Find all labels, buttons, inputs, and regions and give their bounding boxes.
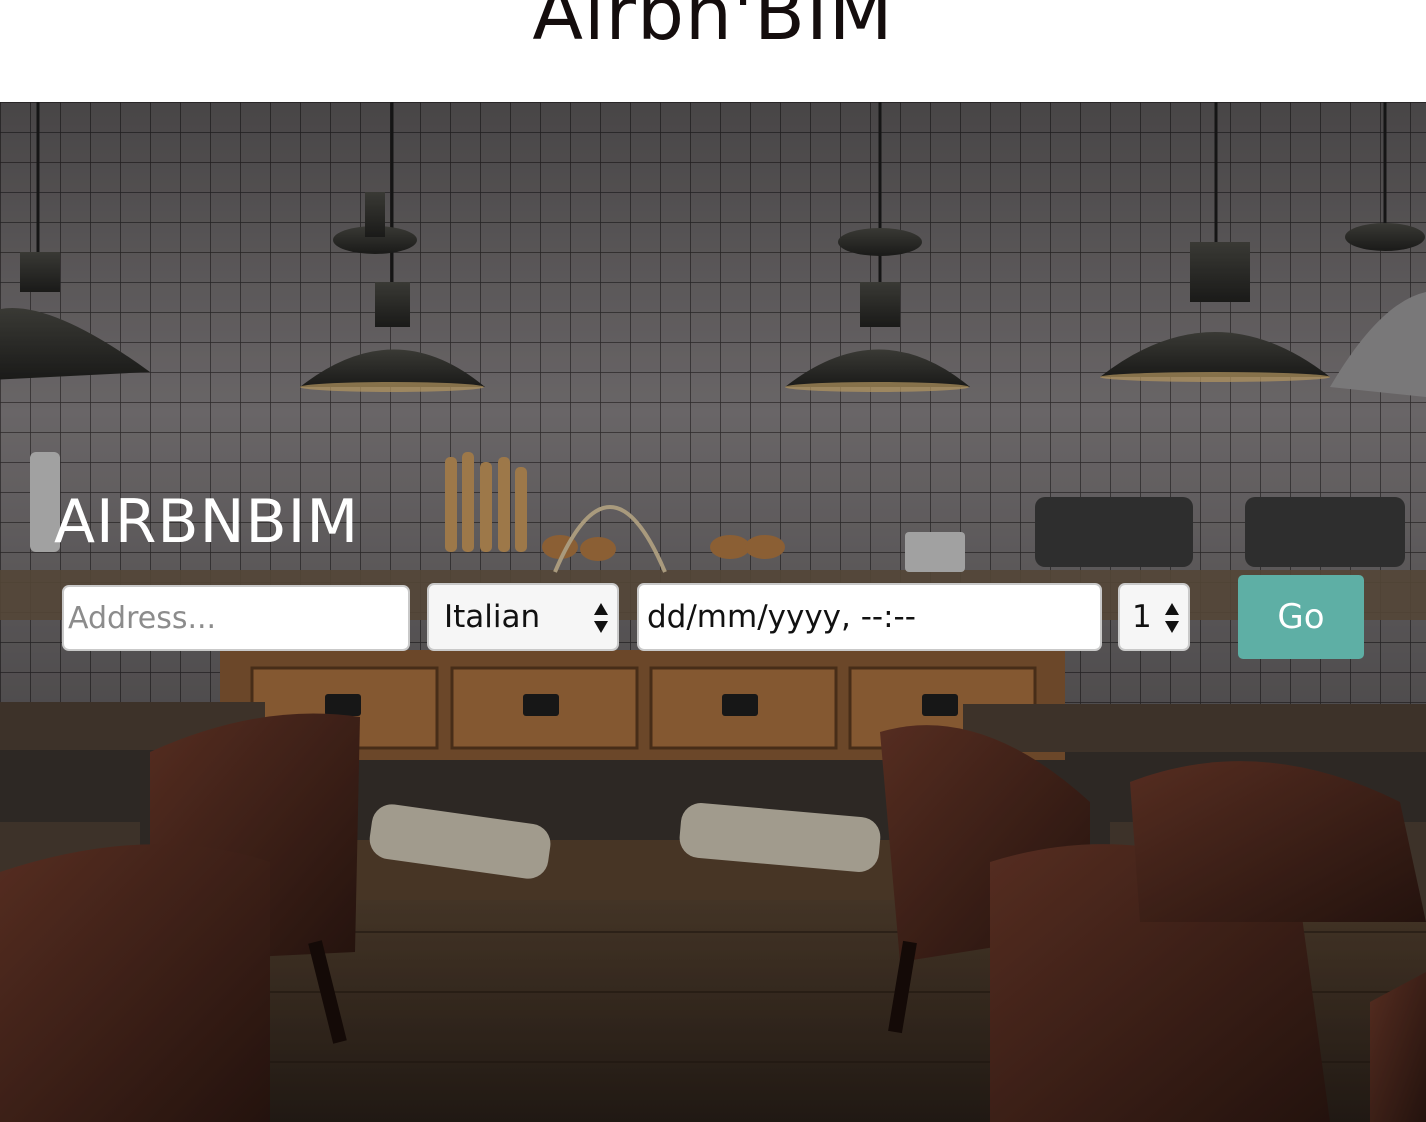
site-header: Airbn'BIM bbox=[0, 0, 1426, 102]
search-form: Italian dd/mm/yyyy, --:-- 1 Go bbox=[0, 102, 1426, 1122]
go-button[interactable]: Go bbox=[1238, 575, 1364, 659]
cuisine-selected-value: Italian bbox=[444, 599, 541, 635]
datetime-value: dd/mm/yyyy, --:-- bbox=[647, 599, 916, 635]
address-input[interactable] bbox=[62, 585, 410, 651]
select-arrows-icon bbox=[594, 603, 608, 633]
cuisine-select[interactable]: Italian bbox=[427, 583, 619, 651]
site-title: Airbn'BIM bbox=[532, 0, 894, 58]
datetime-input[interactable]: dd/mm/yyyy, --:-- bbox=[637, 583, 1102, 651]
guests-select[interactable]: 1 bbox=[1118, 583, 1190, 651]
guests-selected-value: 1 bbox=[1132, 599, 1152, 635]
select-arrows-icon bbox=[1165, 603, 1179, 633]
hero-section: AIRBNBIM Italian dd/mm/yyyy, --:-- 1 Go bbox=[0, 102, 1426, 1122]
